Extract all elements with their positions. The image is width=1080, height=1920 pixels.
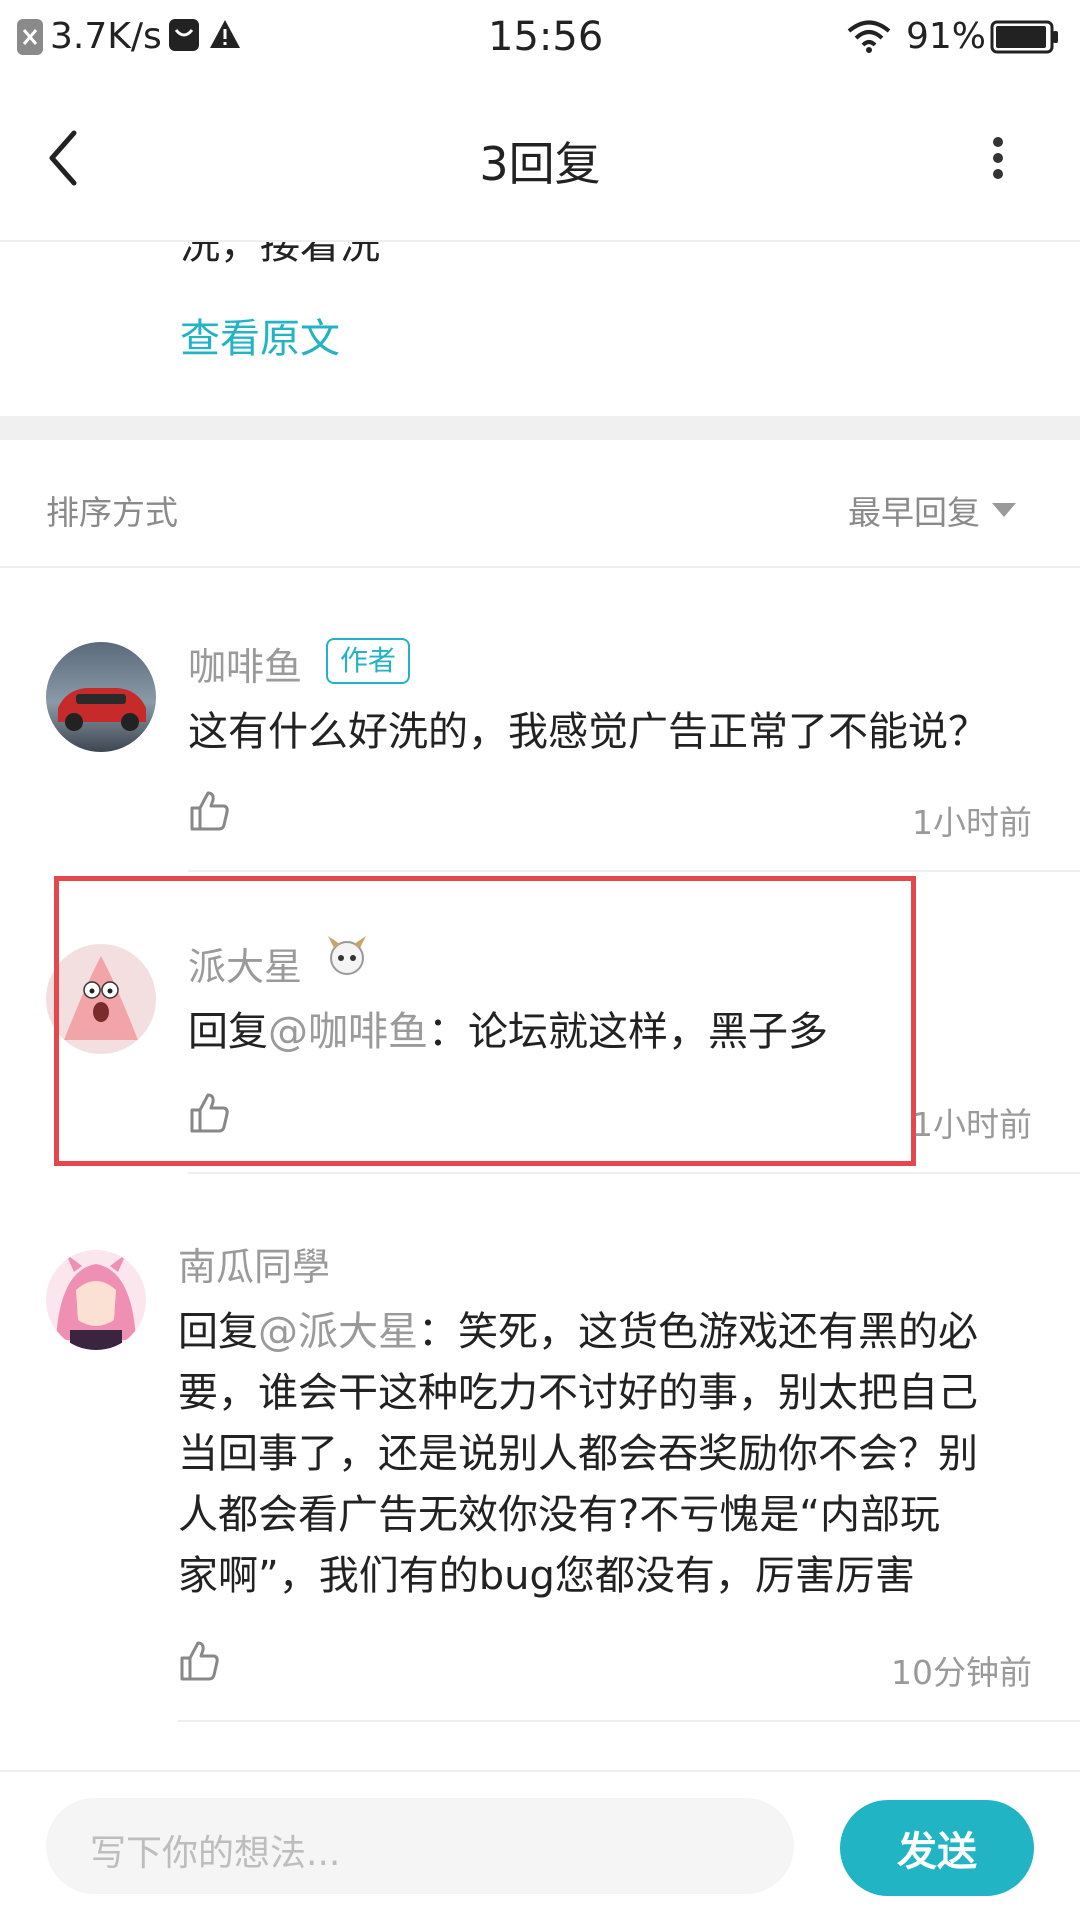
thumbs-up-icon[interactable] (188, 790, 230, 832)
reply-content: ：笑死，这货色游戏还有黑的必 (418, 1309, 978, 1355)
reply-mention[interactable]: @派大星 (258, 1309, 418, 1355)
original-post-text: 洗，接着洗 (180, 242, 380, 268)
clock: 15:56 (488, 14, 604, 60)
reply-content-line: 家啊”，我们有的bug您都没有，厉害厉害 (178, 1553, 915, 1599)
reply-content-line: 人都会看广告无效你没有?不亏愧是“内部玩 (178, 1492, 940, 1538)
reply-prefix: 回复 (178, 1309, 258, 1355)
send-button[interactable]: 发送 (840, 1800, 1034, 1896)
status-bar: 3.7K/s 15:56 91% (0, 0, 1080, 76)
message-icon (169, 19, 199, 51)
wifi-icon (847, 20, 891, 53)
thumbs-up-icon[interactable] (178, 1640, 220, 1682)
comment-divider (178, 1720, 1080, 1722)
original-post-clip: 洗，接着洗 (0, 242, 1080, 282)
comment-divider (188, 870, 1080, 872)
net-speed: 3.7K/s (50, 16, 162, 57)
comment-input-placeholder: 写下你的想法... (90, 1833, 341, 1874)
comment-input[interactable]: 写下你的想法... (46, 1798, 794, 1894)
reply-content-line: 当回事了，还是说别人都会吞奖励你不会？别 (178, 1431, 978, 1477)
header-bar: 3回复 (0, 76, 1080, 240)
sort-label: 排序方式 (46, 493, 178, 532)
sort-divider (0, 566, 1080, 568)
comment-author-name[interactable]: 南瓜同學 (178, 1236, 330, 1291)
comment-author-name[interactable]: 咖啡鱼 (188, 636, 302, 691)
author-badge: 作者 (326, 638, 411, 684)
battery-icon (990, 20, 1058, 54)
avatar[interactable] (46, 642, 156, 752)
chevron-down-icon (992, 503, 1016, 517)
comment-text: 回复@派大星：笑死，这货色游戏还有黑的必 要，谁会干这种吃力不讨好的事，别太把自… (178, 1302, 978, 1607)
warning-icon (210, 20, 240, 48)
car-avatar-image (58, 688, 146, 731)
battery-percent: 91% (906, 16, 987, 57)
comment-text: 这有什么好洗的，我感觉广告正常了不能说？ (188, 709, 988, 755)
reply-content-line: 要，谁会干这种吃力不讨好的事，别太把自己 (178, 1370, 978, 1416)
more-options-icon[interactable] (986, 134, 1010, 182)
sort-value: 最早回复 (848, 493, 980, 532)
composer-divider (0, 1770, 1080, 1772)
sort-dropdown[interactable]: 最早回复 (848, 486, 1016, 534)
avatar[interactable] (46, 1250, 146, 1350)
comment-divider (188, 1172, 1080, 1174)
comment-time: 10分钟前 (891, 1653, 1032, 1692)
comment-time: 1小时前 (912, 803, 1032, 842)
view-original-link[interactable]: 查看原文 (180, 306, 340, 364)
page-title: 3回复 (479, 137, 601, 191)
notification-close-icon (17, 19, 43, 55)
highlight-box (54, 876, 916, 1166)
comment-time: 1小时前 (912, 1105, 1032, 1144)
section-separator (0, 416, 1080, 440)
anime-avatar-image (56, 1254, 136, 1350)
